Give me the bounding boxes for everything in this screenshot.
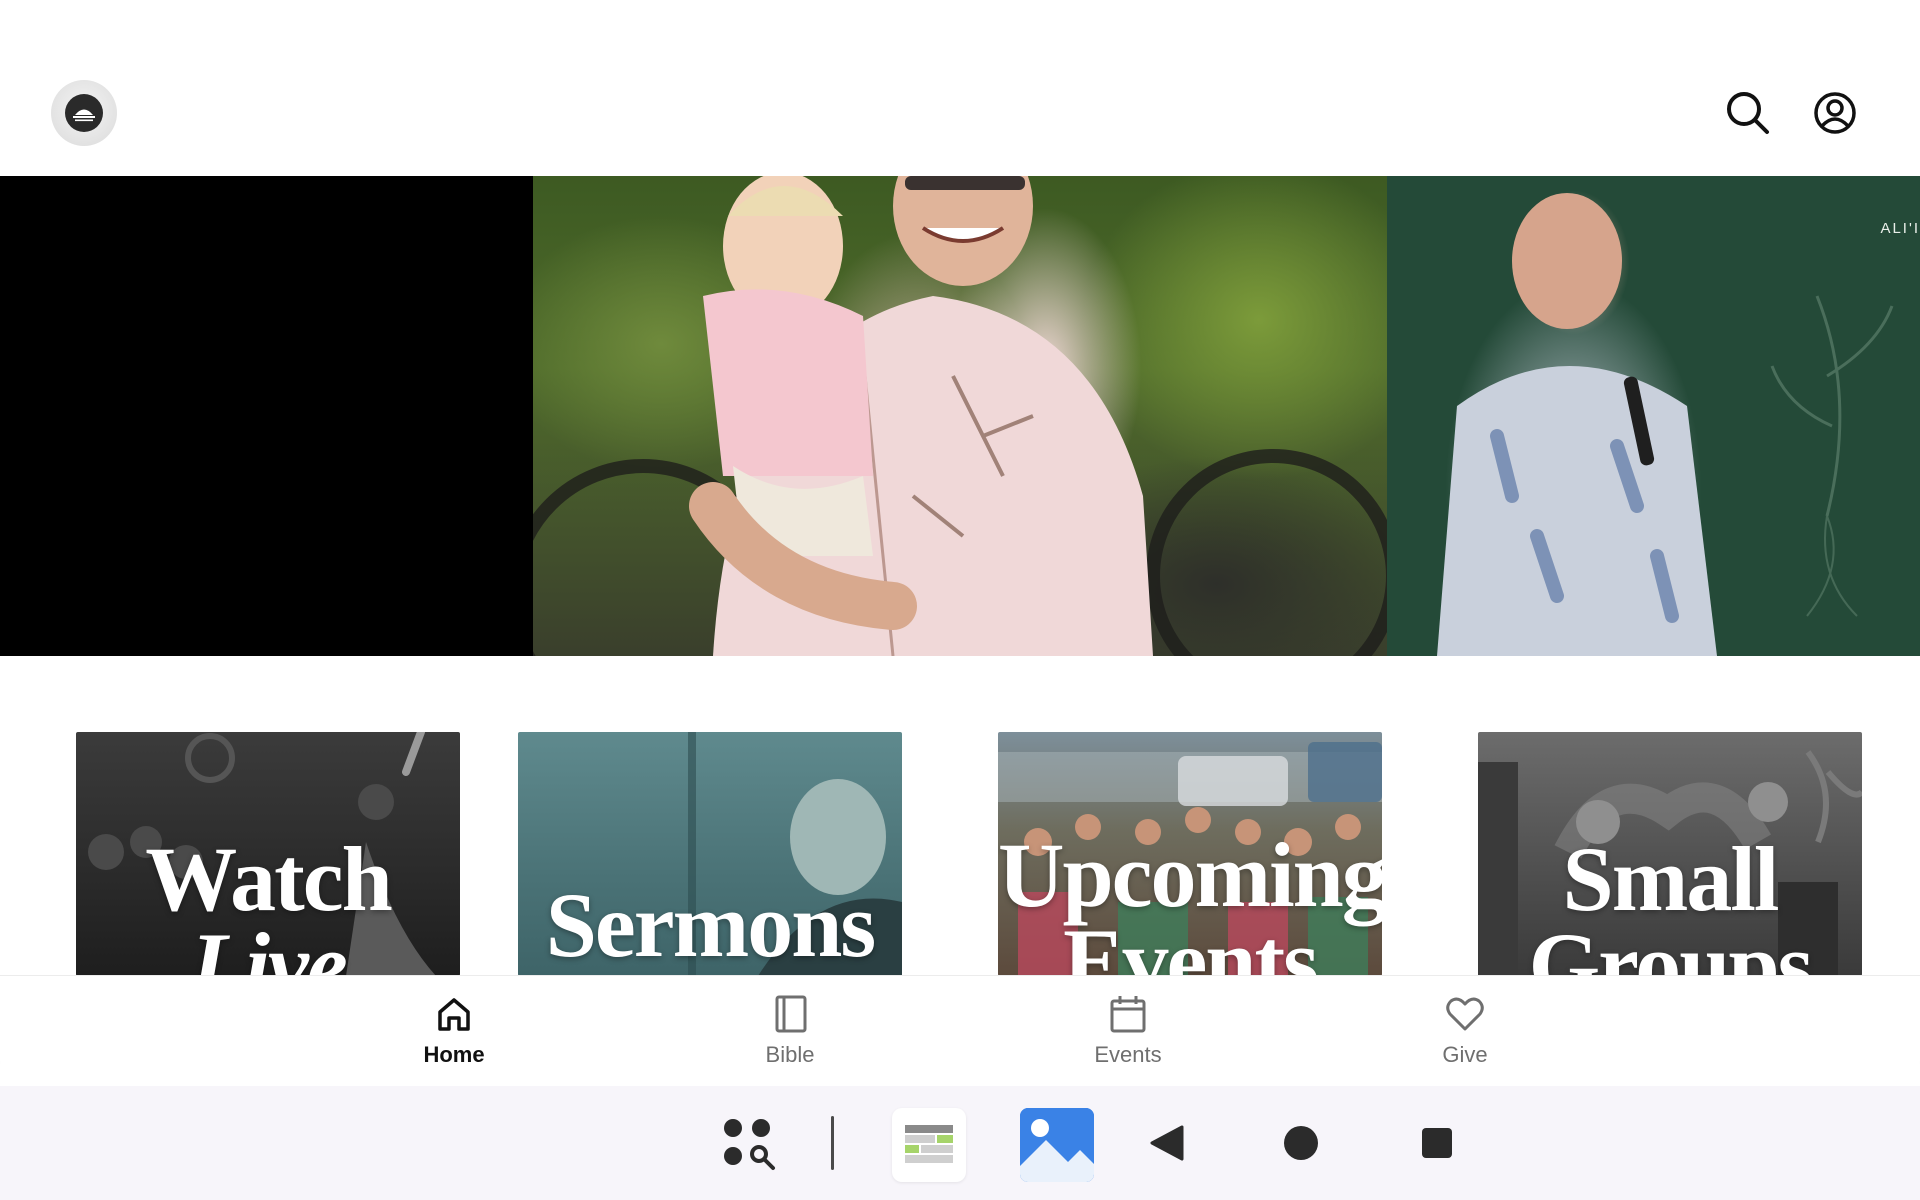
- calendar-app-icon[interactable]: [892, 1108, 966, 1182]
- recents-icon[interactable]: [1410, 1116, 1464, 1170]
- logo-mark: [73, 109, 95, 122]
- hero-carousel[interactable]: ALI'I: [0, 176, 1920, 656]
- bottom-navigation: Home Bible Events Give: [0, 976, 1920, 1086]
- gallery-app-icon[interactable]: [1020, 1108, 1094, 1182]
- watch-live-tile[interactable]: Watch Live: [76, 732, 460, 976]
- nav-label-give: Give: [1442, 1042, 1488, 1067]
- account-icon: [1814, 92, 1856, 134]
- sermons-tile[interactable]: Sermons: [518, 732, 902, 976]
- small-groups-tile[interactable]: Small Groups: [1478, 732, 1862, 976]
- church-logo-icon[interactable]: [51, 80, 117, 146]
- nav-label-home: Home: [423, 1042, 485, 1067]
- tile-title-line1: Small: [1562, 828, 1780, 930]
- heart-icon: [1446, 997, 1484, 1031]
- system-navigation-bar: [0, 1086, 1920, 1200]
- back-icon[interactable]: [1140, 1116, 1194, 1170]
- nav-item-bible[interactable]: Bible: [710, 994, 870, 1074]
- home-icon: [438, 998, 470, 1031]
- upcoming-events-tile[interactable]: Upcoming Events: [998, 732, 1382, 976]
- slide-tag-text: ALI'I: [1880, 220, 1920, 237]
- nav-label-bible: Bible: [765, 1042, 815, 1067]
- speaker-photo: [1437, 193, 1894, 656]
- tile-title-line2: Live: [190, 914, 347, 976]
- tile-title-line2: Groups: [1528, 914, 1814, 976]
- account-button[interactable]: [1808, 86, 1862, 140]
- carousel-slide-current[interactable]: [533, 176, 1387, 656]
- search-icon: [1727, 92, 1769, 134]
- quick-links-row: Watch Live Sermons Upcoming Events Small…: [0, 732, 1920, 976]
- nav-item-give[interactable]: Give: [1385, 994, 1545, 1074]
- nav-item-events[interactable]: Events: [1048, 994, 1208, 1074]
- nav-item-home[interactable]: Home: [374, 994, 534, 1074]
- family-photo: [533, 176, 1387, 656]
- tile-title-line1: Sermons: [545, 874, 876, 976]
- taskbar-divider: [831, 1116, 834, 1170]
- book-icon: [775, 995, 807, 1033]
- search-button[interactable]: [1721, 86, 1775, 140]
- carousel-slide-next[interactable]: ALI'I: [1387, 176, 1920, 656]
- app-drawer-icon[interactable]: [720, 1116, 780, 1172]
- app-header: [0, 0, 1920, 176]
- nav-label-events: Events: [1094, 1042, 1162, 1067]
- carousel-slide-previous[interactable]: [0, 176, 533, 656]
- tile-title-line2: Events: [1063, 910, 1319, 976]
- home-button-icon[interactable]: [1274, 1116, 1328, 1170]
- tile-title-line1: Watch: [145, 828, 393, 930]
- calendar-icon: [1110, 996, 1146, 1033]
- tile-title-line1: Upcoming: [998, 824, 1382, 926]
